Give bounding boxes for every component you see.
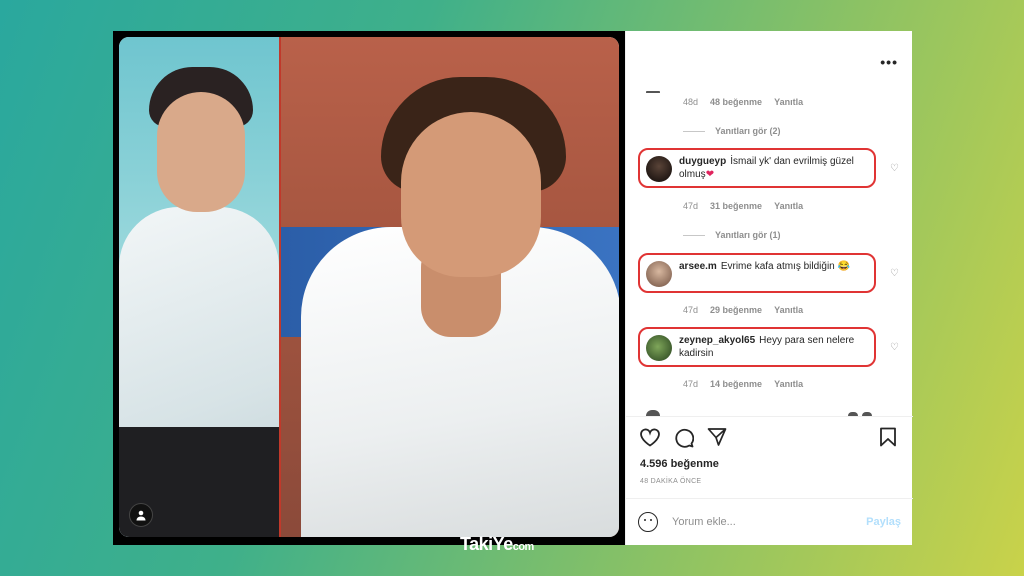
post-sidebar: ••• 48d 48 beğenme Yanıtla Yanıtları gör… xyxy=(625,31,913,545)
comment-meta: 47d 29 beğenme Yanıtla xyxy=(683,305,803,315)
view-replies-label: Yanıtları gör (2) xyxy=(715,126,781,136)
view-replies-label: Yanıtları gör (1) xyxy=(715,230,781,240)
comment-body: duygueyp İsmail yk' dan evrilmiş güzel ol… xyxy=(679,155,868,181)
comment-likes[interactable]: 31 beğenme xyxy=(710,201,762,211)
heart-icon[interactable]: ♡ xyxy=(890,268,899,279)
avatar[interactable] xyxy=(646,335,672,361)
comment-likes[interactable]: 14 beğenme xyxy=(710,379,762,389)
likes-count[interactable]: 4.596 beğenme xyxy=(640,458,719,470)
reply-link[interactable]: Yanıtla xyxy=(774,97,803,107)
share-icon[interactable] xyxy=(707,427,727,451)
comments-list[interactable]: 48d 48 beğenme Yanıtla Yanıtları gör (2)… xyxy=(626,91,913,416)
comment-likes[interactable]: 48 beğenme xyxy=(710,97,762,107)
heart-icon[interactable]: ♡ xyxy=(890,163,899,174)
photo-face-left xyxy=(157,92,245,212)
comment-meta: 47d 14 beğenme Yanıtla xyxy=(683,379,803,389)
reply-link[interactable]: Yanıtla xyxy=(774,201,803,211)
save-icon[interactable] xyxy=(879,427,897,451)
comment-body: arsee.m Evrime kafa atmış bildiğin 😂 xyxy=(679,260,850,273)
comment-age: 47d xyxy=(683,379,699,389)
comment-item: zeynep_akyol65 Heyy para sen nelere kadir… xyxy=(638,327,876,367)
reply-link[interactable]: Yanıtla xyxy=(774,305,803,315)
photo-face-right xyxy=(401,112,541,277)
instagram-post-frame: ••• 48d 48 beğenme Yanıtla Yanıtları gör… xyxy=(113,31,913,545)
post-actions: 4.596 beğenme 48 DAKİKA ÖNCE xyxy=(626,416,913,494)
photo-right-half xyxy=(281,37,619,537)
comment-item: arsee.m Evrime kafa atmış bildiğin 😂 xyxy=(638,253,876,293)
more-icon[interactable]: ••• xyxy=(880,55,898,69)
comment-age: 47d xyxy=(683,305,699,315)
heart-icon[interactable]: ♡ xyxy=(890,342,899,353)
sidebar-header: ••• xyxy=(626,31,912,91)
comment-meta: 48d 48 beğenme Yanıtla xyxy=(683,97,803,107)
comment-body: zeynep_akyol65 Heyy para sen nelere kadir… xyxy=(679,334,868,360)
photo-left-half xyxy=(119,37,279,537)
comment-username[interactable]: duygueyp xyxy=(679,156,726,167)
replies-line xyxy=(683,130,705,132)
heart-emoji: ❤ xyxy=(705,169,715,180)
watermark-main: TakiYe xyxy=(460,534,513,554)
avatar xyxy=(646,91,660,93)
user-tag-icon[interactable] xyxy=(129,503,153,527)
comment-age: 47d xyxy=(683,201,699,211)
comment-likes[interactable]: 29 beğenme xyxy=(710,305,762,315)
comment-input[interactable] xyxy=(672,516,867,528)
watermark-logo: TakiYecom xyxy=(460,534,534,555)
view-replies[interactable]: Yanıtları gör (2) xyxy=(683,126,781,136)
replies-line xyxy=(683,234,705,236)
add-comment-bar: Paylaş xyxy=(626,498,913,545)
comment-age: 48d xyxy=(683,97,699,107)
avatar[interactable] xyxy=(646,156,672,182)
post-comment-button[interactable]: Paylaş xyxy=(866,516,901,528)
avatar[interactable] xyxy=(646,261,672,287)
watermark-suffix: com xyxy=(512,541,535,553)
post-photo-pane xyxy=(113,31,625,545)
emoji-icon[interactable] xyxy=(638,512,658,532)
post-photo[interactable] xyxy=(119,37,619,537)
comment-username[interactable]: arsee.m xyxy=(679,261,717,272)
comment-username[interactable]: zeynep_akyol65 xyxy=(679,335,755,346)
view-replies[interactable]: Yanıtları gör (1) xyxy=(683,230,781,240)
comment-text: Evrime kafa atmış bildiğin xyxy=(720,261,835,272)
post-time[interactable]: 48 DAKİKA ÖNCE xyxy=(640,478,701,485)
heart-icon[interactable] xyxy=(639,427,661,451)
comment-icon[interactable] xyxy=(673,427,695,452)
comment-meta: 47d 31 beğenme Yanıtla xyxy=(683,201,803,211)
comment-item: duygueyp İsmail yk' dan evrilmiş güzel ol… xyxy=(638,148,876,188)
laughing-emoji: 😂 xyxy=(837,261,850,272)
reply-link[interactable]: Yanıtla xyxy=(774,379,803,389)
